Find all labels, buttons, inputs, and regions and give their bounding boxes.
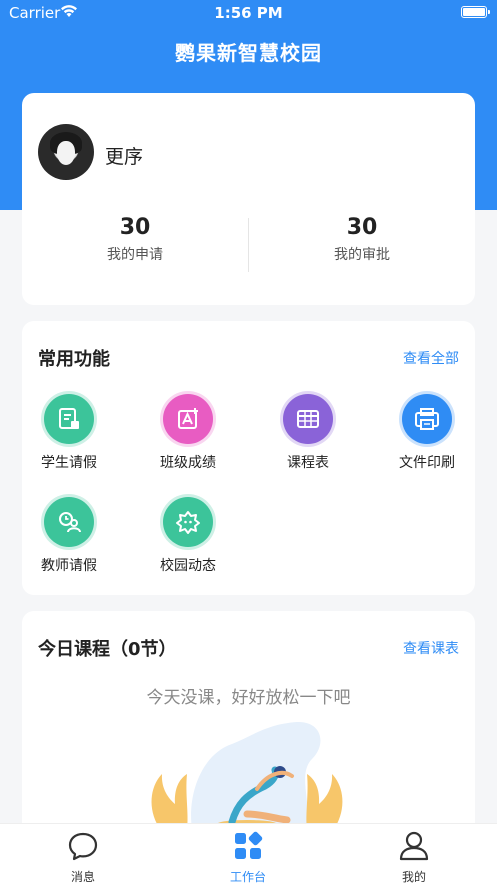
page-title: 鹦果新智慧校园	[175, 41, 322, 65]
printer-icon	[399, 391, 455, 447]
teacher-leave-icon	[41, 494, 97, 550]
chat-bubble-icon	[68, 832, 98, 861]
my-applications-count: 30	[119, 215, 151, 240]
leave-doc-icon	[41, 391, 97, 447]
status-bar: Carrier 1:56 PM	[0, 0, 497, 26]
campus-news-icon	[160, 494, 216, 550]
empty-state-text: 今天没课，好好放松一下吧	[146, 688, 351, 708]
today-courses-card: 今日课程（0节） 查看课表 今天没课，好好放松一下吧	[22, 611, 475, 841]
teacher-leave-button[interactable]: 教师请假	[19, 494, 119, 575]
grade-icon	[160, 391, 216, 447]
function-label: 学生请假	[41, 455, 97, 471]
tab-workbench[interactable]: 工作台	[188, 830, 308, 883]
section-title: 今日课程（0节）	[38, 639, 177, 660]
function-label: 班级成绩	[160, 455, 216, 471]
function-label: 教师请假	[41, 558, 97, 574]
tab-label: 我的	[401, 870, 426, 883]
tab-mine[interactable]: 我的	[354, 830, 474, 883]
clock: 1:56 PM	[214, 4, 283, 22]
my-approvals-stat[interactable]: 30 我的审批	[249, 215, 475, 264]
tab-label: 工作台	[229, 870, 266, 883]
class-grades-button[interactable]: 班级成绩	[138, 391, 238, 472]
person-icon	[399, 831, 429, 861]
common-functions-card: 常用功能 查看全部 学生请假 班级成绩 课程表 文件印刷 教师请假 校园动态	[22, 321, 475, 595]
timetable-button[interactable]: 课程表	[258, 391, 358, 472]
tab-label: 消息	[70, 870, 95, 883]
avatar[interactable]	[38, 124, 94, 180]
table-icon	[280, 391, 336, 447]
relax-illustration-icon	[151, 721, 343, 829]
campus-news-button[interactable]: 校园动态	[138, 494, 238, 575]
my-applications-label: 我的申请	[107, 247, 163, 263]
file-print-button[interactable]: 文件印刷	[377, 391, 477, 472]
view-timetable-link[interactable]: 查看课表	[403, 638, 459, 658]
view-all-link[interactable]: 查看全部	[403, 348, 459, 368]
my-approvals-count: 30	[346, 215, 378, 240]
student-leave-button[interactable]: 学生请假	[19, 391, 119, 472]
tab-messages[interactable]: 消息	[23, 830, 143, 883]
battery-icon	[461, 6, 490, 18]
my-applications-stat[interactable]: 30 我的申请	[22, 215, 248, 264]
function-label: 校园动态	[160, 558, 216, 574]
bottom-tab-bar: 消息 工作台 我的	[0, 823, 497, 883]
section-title: 常用功能	[38, 349, 110, 370]
function-label: 课程表	[287, 455, 329, 471]
function-label: 文件印刷	[399, 455, 455, 471]
profile-card: 更序 30 我的申请 30 我的审批	[22, 93, 475, 305]
my-approvals-label: 我的审批	[334, 247, 390, 263]
user-name: 更序	[105, 146, 144, 168]
grid-apps-icon	[235, 831, 263, 859]
